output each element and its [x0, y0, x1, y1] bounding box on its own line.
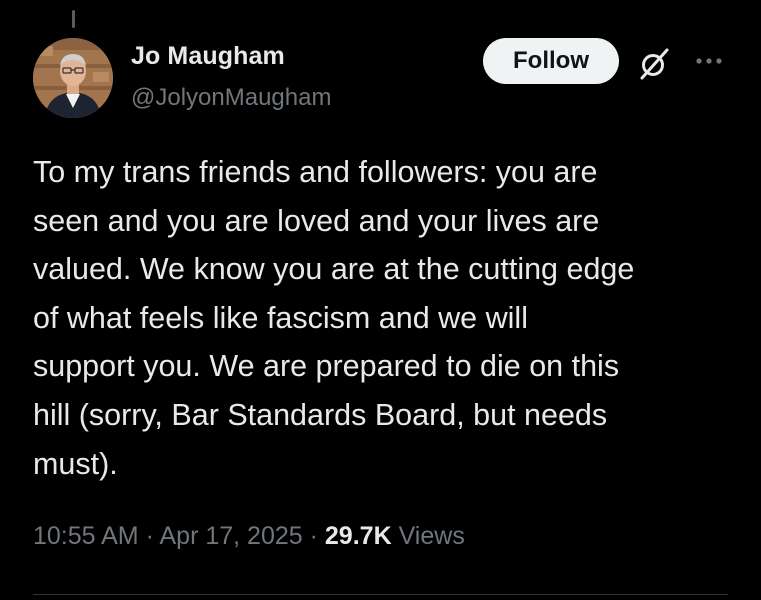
tweet-date[interactable]: Apr 17, 2025 [160, 522, 303, 550]
views-label: Views [398, 522, 465, 550]
follow-button[interactable]: Follow [483, 38, 619, 84]
thread-connector-line [72, 10, 75, 28]
more-horizontal-icon[interactable] [693, 48, 725, 74]
views-count[interactable]: 29.7K [325, 522, 392, 550]
divider [33, 594, 728, 595]
grok-slash-circle-icon[interactable] [636, 44, 674, 82]
avatar-image [33, 38, 113, 118]
author-display-name[interactable]: Jo Maugham [131, 42, 285, 71]
tweet-meta: 10:55 AM · Apr 17, 2025 · 29.7K Views [33, 522, 465, 551]
avatar[interactable] [33, 38, 113, 118]
tweet-time[interactable]: 10:55 AM [33, 522, 139, 550]
author-handle[interactable]: @JolyonMaugham [131, 84, 331, 112]
meta-separator: · [309, 522, 318, 550]
tweet-text: To my trans friends and followers: you a… [33, 155, 635, 481]
meta-separator: · [145, 522, 154, 550]
